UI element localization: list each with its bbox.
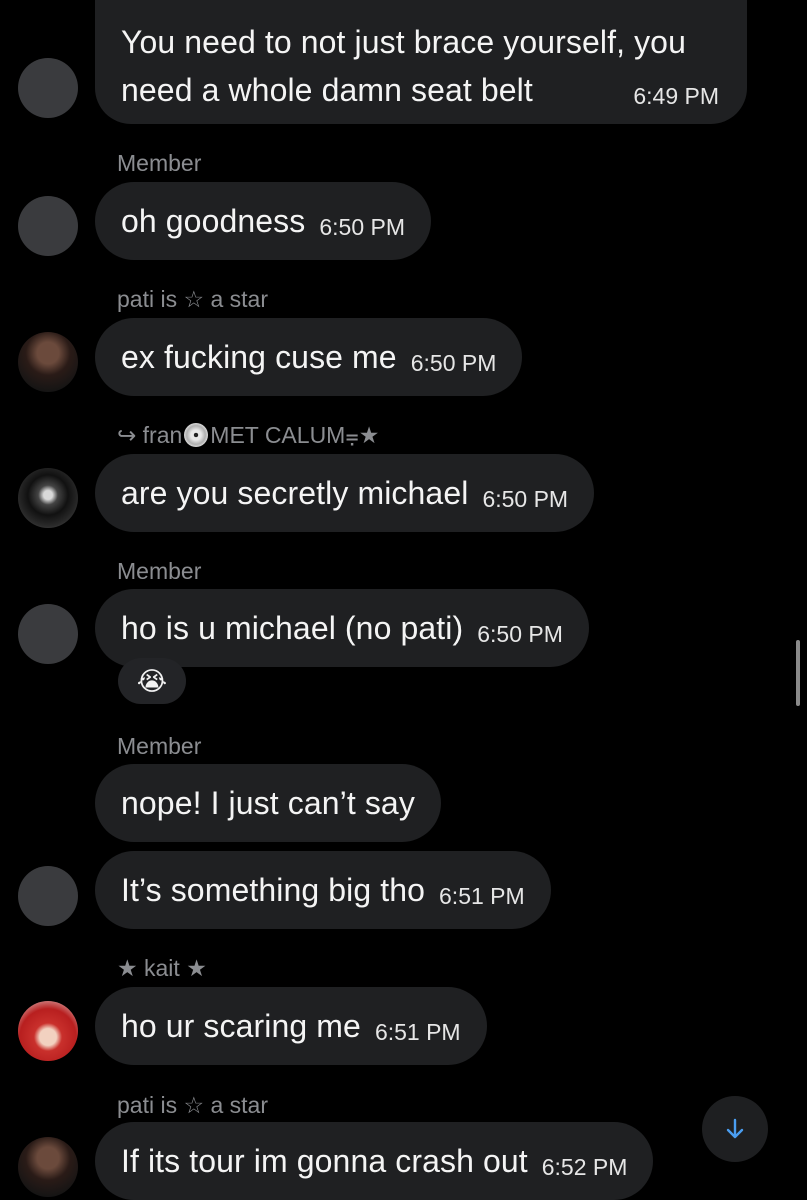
message-bubble[interactable]: You need to not just brace yourself, you… <box>95 0 747 124</box>
scrollbar[interactable] <box>796 640 800 706</box>
message-text: It’s something big tho <box>121 871 426 908</box>
message-time: 6:50 PM <box>482 485 569 512</box>
avatar[interactable] <box>18 1137 78 1197</box>
message-bubble[interactable]: oh goodness 6:50 PM <box>95 182 432 260</box>
sender-name[interactable]: Member <box>117 558 201 585</box>
message-text: ho ur scaring me <box>121 1007 361 1044</box>
sender-name-prefix: ↪ fran <box>117 422 183 448</box>
avatar[interactable] <box>18 58 78 118</box>
message-bubble[interactable]: nope! I just can’t say <box>95 764 441 842</box>
crying-emoji-icon: 😭 <box>136 665 168 696</box>
message-text: ho is u michael (no pati) <box>121 609 464 646</box>
message-time: 6:51 PM <box>374 1018 461 1045</box>
avatar[interactable] <box>18 196 78 256</box>
message-bubble[interactable]: ho is u michael (no pati) 6:50 PM <box>95 589 589 667</box>
sender-name[interactable]: pati is ☆ a star <box>117 1092 268 1119</box>
sender-name[interactable]: pati is ☆ a star <box>117 286 268 313</box>
message-bubble[interactable]: ex fucking cuse me 6:50 PM <box>95 318 523 396</box>
avatar[interactable] <box>18 604 78 664</box>
message-text: oh goodness <box>121 202 306 239</box>
sender-name[interactable]: ★ kait ★ <box>117 955 207 982</box>
message-time: 6:52 PM <box>541 1153 628 1180</box>
message-text: ex fucking cuse me <box>121 338 397 375</box>
sender-name-suffix: MET CALUM⩦★ <box>210 422 380 448</box>
message-time: 6:50 PM <box>477 620 563 647</box>
message-time: 6:51 PM <box>439 882 525 909</box>
message-time: 6:49 PM <box>633 83 719 109</box>
message-text: You need to not just brace yourself, you… <box>121 24 686 108</box>
message-bubble[interactable]: ho ur scaring me 6:51 PM <box>95 987 487 1065</box>
sender-name[interactable]: Member <box>117 733 201 760</box>
reaction-badge[interactable]: 😭 <box>118 658 186 704</box>
avatar[interactable] <box>18 866 78 926</box>
sender-name[interactable]: ↪ fran MET CALUM⩦★ <box>117 422 379 449</box>
message-bubble[interactable]: It’s something big tho 6:51 PM <box>95 851 551 929</box>
message-time: 6:50 PM <box>319 213 406 240</box>
arrow-down-icon <box>726 1118 744 1139</box>
avatar[interactable] <box>18 1001 78 1061</box>
scroll-to-bottom-button[interactable] <box>702 1096 768 1162</box>
message-time: 6:50 PM <box>410 349 497 376</box>
message-text: are you secretly michael <box>121 474 469 511</box>
message-text: If its tour im gonna crash out <box>121 1142 528 1179</box>
avatar[interactable] <box>18 468 78 528</box>
avatar[interactable] <box>18 332 78 392</box>
cd-icon <box>184 423 209 447</box>
message-text: nope! I just can’t say <box>121 784 415 821</box>
sender-name[interactable]: Member <box>117 150 201 177</box>
message-bubble[interactable]: If its tour im gonna crash out 6:52 PM <box>95 1122 654 1200</box>
message-bubble[interactable]: are you secretly michael 6:50 PM <box>95 454 595 532</box>
